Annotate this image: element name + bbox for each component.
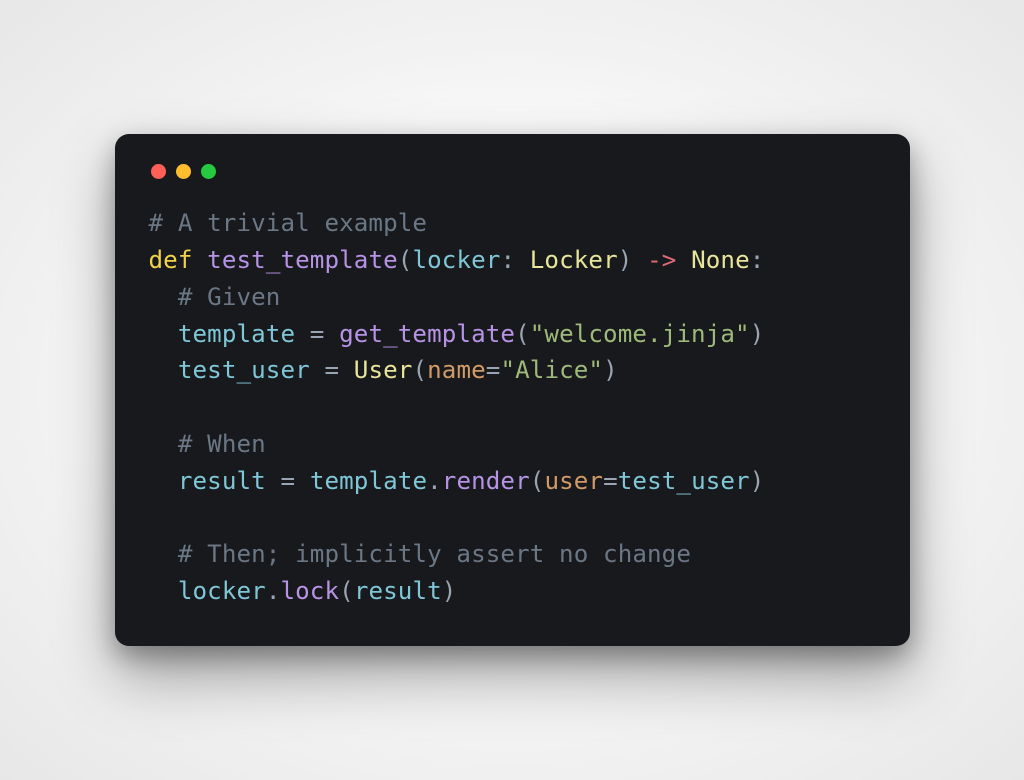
code-token: : bbox=[750, 246, 765, 274]
code-token: ) bbox=[442, 577, 457, 605]
zoom-icon[interactable] bbox=[201, 164, 216, 179]
minimize-icon[interactable] bbox=[176, 164, 191, 179]
code-token: "Alice" bbox=[500, 356, 603, 384]
code-token: Locker bbox=[530, 246, 618, 274]
code-token: ( bbox=[398, 246, 413, 274]
code-token: -> bbox=[647, 246, 676, 274]
code-token: test_template bbox=[207, 246, 398, 274]
code-token: locker bbox=[178, 577, 266, 605]
code-token: ) bbox=[618, 246, 647, 274]
code-token bbox=[193, 246, 208, 274]
code-token: # A trivial example bbox=[149, 209, 428, 237]
code-token: = bbox=[310, 356, 354, 384]
code-token: locker bbox=[412, 246, 500, 274]
close-icon[interactable] bbox=[151, 164, 166, 179]
code-token: result bbox=[354, 577, 442, 605]
code-token: = bbox=[603, 467, 618, 495]
code-token: lock bbox=[280, 577, 339, 605]
code-token: test_user bbox=[618, 467, 750, 495]
code-token: # When bbox=[178, 430, 266, 458]
code-token: result bbox=[178, 467, 266, 495]
code-token: "welcome.jinja" bbox=[530, 320, 750, 348]
code-token: ) bbox=[603, 356, 618, 384]
code-token: test_user bbox=[178, 356, 310, 384]
code-token: : bbox=[500, 246, 529, 274]
code-token: template bbox=[178, 320, 295, 348]
code-token: ( bbox=[339, 577, 354, 605]
code-token: ( bbox=[412, 356, 427, 384]
code-token: ( bbox=[530, 467, 545, 495]
code-token: None bbox=[691, 246, 750, 274]
code-token: render bbox=[442, 467, 530, 495]
code-block: # A trivial example def test_template(lo… bbox=[149, 205, 876, 610]
code-token: get_template bbox=[339, 320, 515, 348]
stage: # A trivial example def test_template(lo… bbox=[0, 0, 1024, 780]
code-token: User bbox=[354, 356, 413, 384]
code-token: ) bbox=[750, 320, 765, 348]
window-titlebar bbox=[149, 160, 876, 205]
code-token: ( bbox=[515, 320, 530, 348]
code-token: ) bbox=[750, 467, 765, 495]
code-token: = bbox=[295, 320, 339, 348]
code-token: = bbox=[266, 467, 310, 495]
code-token: def bbox=[149, 246, 193, 274]
code-token: # Given bbox=[178, 283, 281, 311]
code-token: = bbox=[486, 356, 501, 384]
code-token: template bbox=[310, 467, 427, 495]
code-window: # A trivial example def test_template(lo… bbox=[115, 134, 910, 646]
code-token: user bbox=[544, 467, 603, 495]
code-token: . bbox=[427, 467, 442, 495]
code-token: name bbox=[427, 356, 486, 384]
code-token: # Then; implicitly assert no change bbox=[178, 540, 691, 568]
code-token: . bbox=[266, 577, 281, 605]
code-token bbox=[676, 246, 691, 274]
